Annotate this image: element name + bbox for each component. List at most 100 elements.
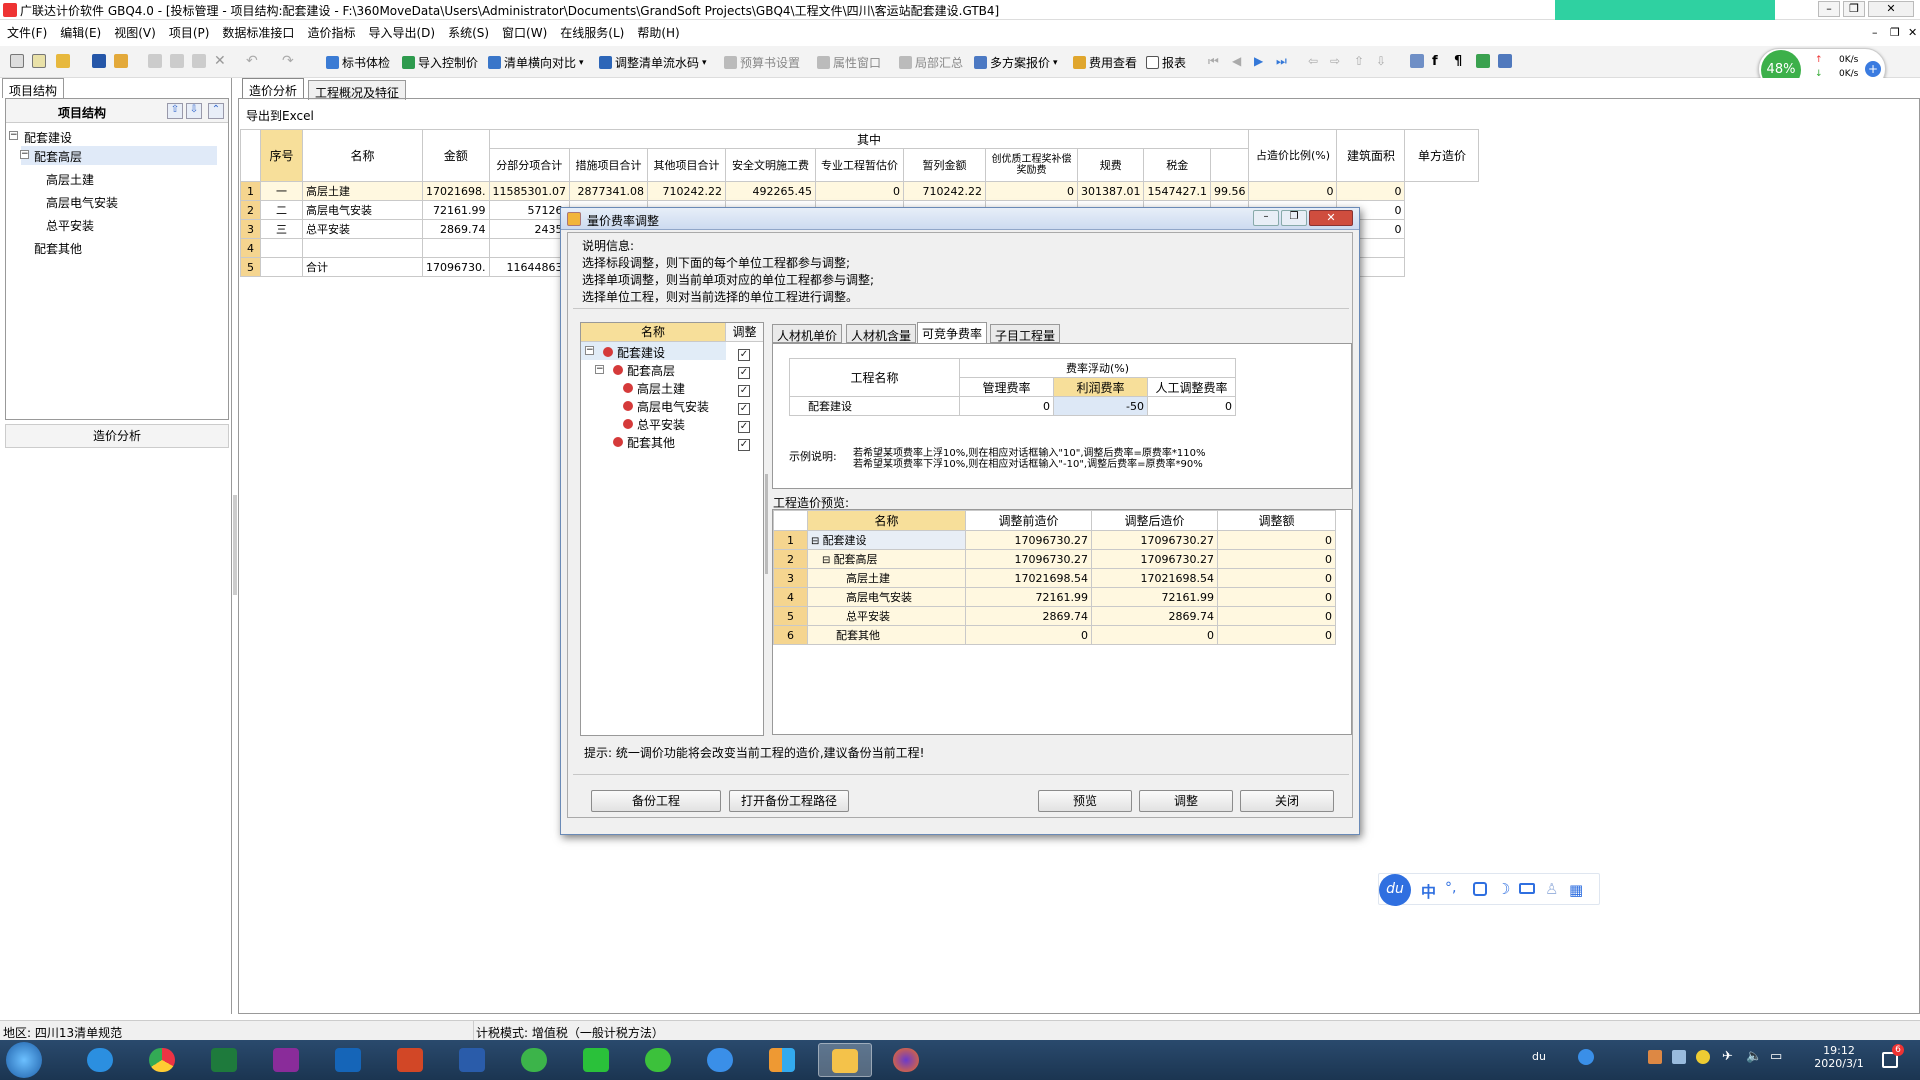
move-down-icon[interactable]: ⇩ bbox=[1376, 54, 1390, 68]
table-row[interactable]: 1 ⊟ 配套建设 17096730.27 17096730.27 0 bbox=[773, 530, 1336, 550]
col-sj[interactable]: 税金 bbox=[1143, 148, 1211, 182]
move-up-icon[interactable]: ⇧ bbox=[1354, 54, 1368, 68]
cut-icon[interactable] bbox=[148, 54, 162, 68]
report-button[interactable]: 报表 bbox=[1146, 54, 1186, 71]
close-button[interactable]: ✕ bbox=[1868, 1, 1914, 17]
blue-tool-icon[interactable] bbox=[1498, 54, 1512, 68]
tray-ime-icon[interactable]: du bbox=[1532, 1050, 1546, 1063]
menu-cost-index[interactable]: 造价指标 bbox=[300, 20, 361, 41]
ime-punct-toggle[interactable]: °, bbox=[1445, 880, 1456, 896]
tab-labor-material-content[interactable]: 人材机含量 bbox=[846, 324, 917, 343]
tree-toggle-icon[interactable]: − bbox=[20, 150, 29, 159]
tab-labor-material-price[interactable]: 人材机单价 bbox=[772, 324, 843, 343]
taskbar-ie[interactable] bbox=[74, 1043, 128, 1077]
move-left-icon[interactable]: ⇦ bbox=[1308, 54, 1322, 68]
menu-system[interactable]: 系统(S) bbox=[441, 20, 495, 41]
user-icon[interactable]: ♙ bbox=[1545, 880, 1558, 898]
menu-data-interface[interactable]: 数据标准接口 bbox=[215, 20, 300, 41]
taskbar-browser[interactable] bbox=[694, 1043, 748, 1077]
labor-rate-input[interactable]: 0 bbox=[1147, 396, 1236, 416]
close-dialog-button[interactable]: 关闭 bbox=[1240, 790, 1334, 812]
dialog-close-button[interactable]: ✕ bbox=[1309, 210, 1353, 226]
grid-menu-icon[interactable]: ▦ bbox=[1569, 881, 1583, 899]
taskbar-tiles[interactable] bbox=[756, 1043, 810, 1077]
dtree-gaoceng-dianqi[interactable]: 高层电气安装 bbox=[637, 398, 709, 415]
profit-rate-input[interactable]: -50 bbox=[1053, 396, 1148, 416]
adjust-checkbox[interactable]: ✓ bbox=[738, 436, 750, 451]
col-amount[interactable]: 金额 bbox=[422, 129, 490, 182]
splitter-handle[interactable] bbox=[233, 495, 237, 595]
baidu-ime-icon[interactable]: du bbox=[1379, 874, 1411, 906]
tray-shield-icon[interactable] bbox=[1672, 1050, 1686, 1064]
ime-toolbar[interactable]: du 中 °, ☽ ♙ ▦ bbox=[1378, 873, 1600, 906]
copy-icon[interactable] bbox=[170, 54, 184, 68]
calc-icon[interactable] bbox=[1410, 54, 1424, 68]
move-down-button[interactable]: ⇩ bbox=[186, 103, 202, 119]
open-icon[interactable] bbox=[56, 54, 70, 68]
col-ratio[interactable]: 占造价比例(%) bbox=[1248, 129, 1338, 182]
col-cy[interactable]: 创优质工程奖补偿奖励费 bbox=[984, 148, 1078, 182]
save-icon[interactable] bbox=[92, 54, 106, 68]
paragraph-icon[interactable]: ¶ bbox=[1454, 54, 1468, 69]
taskbar-wechat[interactable] bbox=[632, 1043, 686, 1077]
tree-node-zongping-anzhuang[interactable]: 总平安装 bbox=[46, 217, 94, 234]
menu-view[interactable]: 视图(V) bbox=[107, 20, 162, 41]
move-right-icon[interactable]: ⇨ bbox=[1330, 54, 1344, 68]
adjust-button[interactable]: 调整 bbox=[1139, 790, 1233, 812]
adjust-checkbox[interactable]: ✓ bbox=[738, 382, 750, 397]
tree-toggle-icon[interactable]: − bbox=[585, 346, 594, 355]
table-row[interactable]: 1 一 高层土建 17021698. 11585301.07 2877341.0… bbox=[240, 181, 1479, 201]
col-zlje[interactable]: 暂列金额 bbox=[902, 148, 986, 182]
dialog-minimize-button[interactable]: – bbox=[1253, 210, 1279, 226]
maximize-button[interactable]: ❐ bbox=[1843, 1, 1865, 17]
tree-node-peitao-gaoceng[interactable]: 配套高层 bbox=[34, 148, 82, 165]
tab-item-quantity[interactable]: 子目工程量 bbox=[990, 324, 1061, 343]
tray-volume-icon[interactable]: 🔈 bbox=[1746, 1049, 1762, 1064]
tab-cost-analysis[interactable]: 造价分析 bbox=[242, 78, 305, 98]
tray-icon-2[interactable] bbox=[1696, 1050, 1710, 1064]
green-tool-icon[interactable] bbox=[1476, 54, 1490, 68]
taskbar-word[interactable] bbox=[446, 1043, 500, 1077]
dtree-peitao-qita[interactable]: 配套其他 bbox=[627, 434, 675, 451]
start-button[interactable] bbox=[6, 1042, 42, 1078]
col-fbfx[interactable]: 分部分项合计 bbox=[488, 148, 570, 182]
mdi-restore-icon[interactable]: ❐ bbox=[1890, 26, 1900, 39]
move-up-button[interactable]: ⇧ bbox=[167, 103, 183, 119]
tree-node-gaoceng-dianqi[interactable]: 高层电气安装 bbox=[46, 194, 118, 211]
tree-node-peitao-jianshe[interactable]: 配套建设 bbox=[24, 129, 72, 146]
undo-icon[interactable]: ↶ bbox=[246, 54, 260, 68]
tree-node-peitao-qita[interactable]: 配套其他 bbox=[34, 240, 82, 257]
menu-file[interactable]: 文件(F) bbox=[0, 20, 53, 41]
menu-online[interactable]: 在线服务(L) bbox=[553, 20, 630, 41]
fee-view-button[interactable]: 费用查看 bbox=[1073, 54, 1137, 71]
dtree-zongping-anzhuang[interactable]: 总平安装 bbox=[637, 416, 685, 433]
tray-app-icon[interactable] bbox=[1578, 1049, 1594, 1065]
folder-icon[interactable] bbox=[114, 54, 128, 68]
last-icon[interactable]: ⏭ bbox=[1276, 54, 1290, 68]
backup-project-button[interactable]: 备份工程 bbox=[591, 790, 721, 812]
menu-help[interactable]: 帮助(H) bbox=[630, 20, 685, 41]
col-aqwm[interactable]: 安全文明施工费 bbox=[724, 148, 816, 182]
taskbar-powerpoint[interactable] bbox=[384, 1043, 438, 1077]
tray-icon-1[interactable] bbox=[1648, 1050, 1662, 1064]
dtree-gaoceng-tujian[interactable]: 高层土建 bbox=[637, 380, 685, 397]
first-icon[interactable]: ⏮ bbox=[1208, 54, 1222, 68]
col-seq[interactable]: 序号 bbox=[260, 129, 303, 182]
minimize-button[interactable]: – bbox=[1818, 1, 1840, 17]
list-compare-button[interactable]: 清单横向对比 ▾ bbox=[488, 54, 584, 71]
new-icon[interactable] bbox=[10, 54, 24, 68]
col-name[interactable]: 名称 bbox=[302, 129, 423, 182]
tab-project-overview[interactable]: 工程概况及特征 bbox=[308, 80, 407, 100]
col-area[interactable]: 建筑面积 bbox=[1336, 129, 1406, 182]
col-zygc[interactable]: 专业工程暂估价 bbox=[814, 148, 904, 182]
tree-toggle-icon[interactable]: − bbox=[595, 365, 604, 374]
adjust-checkbox[interactable]: ✓ bbox=[738, 400, 750, 415]
table-row[interactable]: 4 高层电气安装 72161.99 72161.99 0 bbox=[773, 587, 1336, 607]
ime-lang-toggle[interactable]: 中 bbox=[1421, 881, 1436, 902]
delete-icon[interactable]: ✕ bbox=[214, 54, 228, 68]
adjust-serial-button[interactable]: 调整清单流水码 ▾ bbox=[599, 54, 707, 71]
multi-plan-quote-button[interactable]: 多方案报价 ▾ bbox=[974, 54, 1058, 71]
keyboard-icon[interactable] bbox=[1519, 883, 1535, 894]
menu-edit[interactable]: 编辑(E) bbox=[53, 20, 107, 41]
table-row[interactable]: 配套建设 0 -50 0 bbox=[789, 396, 1236, 416]
